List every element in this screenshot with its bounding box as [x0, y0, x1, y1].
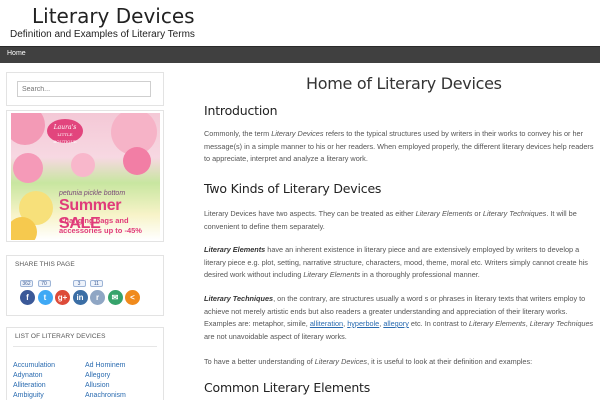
device-link[interactable]: Accumulation: [13, 362, 55, 369]
facebook-icon: f: [20, 290, 35, 305]
ad-logo-text: Laura's: [53, 124, 77, 131]
flower-decoration: [123, 147, 151, 175]
share-count: 3: [72, 280, 86, 287]
device-link[interactable]: Allusion: [85, 382, 110, 389]
site-header: Literary Devices Definition and Examples…: [0, 0, 600, 46]
ad-logo-subtext: LITTLE BOUTIQUE: [53, 132, 77, 144]
term: Literary Elements: [303, 270, 361, 279]
device-link[interactable]: Allegory: [85, 372, 110, 379]
ad-logo: Laura's LITTLE BOUTIQUE: [47, 119, 83, 144]
text: Commonly, the term: [204, 129, 272, 138]
share-count: 362: [20, 280, 33, 287]
term: Literary Techniques: [204, 294, 274, 303]
share-buttons: 362 f 70 t g+ 3 in 11 r ✉ <: [20, 280, 160, 310]
site-tagline: Definition and Examples of Literary Term…: [10, 29, 195, 40]
linkedin-icon: in: [72, 290, 88, 305]
text: Literary Devices have two aspects. They …: [204, 209, 416, 218]
share-count: 70: [37, 280, 51, 287]
main-navigation: Home: [0, 46, 600, 63]
flower-decoration: [13, 153, 43, 183]
ad-line-2: accessories up to -45%: [59, 226, 142, 235]
device-link[interactable]: Ambiguity: [13, 392, 44, 399]
share-widget: SHARE THIS PAGE 362 f 70 t g+ 3 in 11 r ✉ <: [6, 255, 164, 316]
text: etc. In contrast to: [408, 319, 469, 328]
term: Literary Devices: [271, 129, 324, 138]
heading-two-kinds: Two Kinds of Literary Devices: [204, 181, 382, 196]
text: in a thoroughly professional manner.: [360, 270, 480, 279]
heading-introduction: Introduction: [204, 103, 278, 118]
text: are not unavoidable aspect of literary w…: [204, 331, 347, 341]
ad-widget: Laura's LITTLE BOUTIQUE petunia pickle b…: [6, 110, 164, 242]
list-widget-title: LIST OF LITERARY DEVICES: [15, 333, 106, 340]
two-kinds-paragraph: Literary Devices have two aspects. They …: [204, 208, 596, 233]
term: Literary Techniques: [529, 319, 594, 328]
allegory-link[interactable]: allegory: [383, 319, 409, 328]
text: or: [472, 209, 483, 218]
divider: [13, 346, 157, 347]
literary-devices-list-widget: LIST OF LITERARY DEVICES Accumulation Ad…: [6, 327, 164, 400]
alliteration-link[interactable]: alliteration: [310, 319, 343, 328]
page-title: Home of Literary Devices: [306, 74, 502, 93]
device-link[interactable]: Adynaton: [13, 372, 43, 379]
ad-line-1: Changing bags and: [59, 216, 129, 225]
main-content: Home of Literary Devices Introduction Co…: [188, 64, 600, 400]
term: Literary Elements: [468, 319, 526, 328]
text: To have a better understanding of: [204, 357, 315, 366]
advertisement-banner[interactable]: Laura's LITTLE BOUTIQUE petunia pickle b…: [11, 113, 160, 240]
techniques-paragraph: Literary Techniques, on the contrary, ar…: [204, 294, 594, 341]
sidebar: Laura's LITTLE BOUTIQUE petunia pickle b…: [0, 64, 172, 400]
search-input[interactable]: [17, 81, 151, 97]
term: Literary Elements: [415, 209, 473, 218]
heading-common-elements: Common Literary Elements: [204, 380, 371, 395]
google-plus-icon: g+: [55, 290, 70, 305]
text: , it is useful to look at their definiti…: [367, 357, 533, 366]
share-count: 11: [90, 280, 103, 287]
hyperbole-link[interactable]: hyperbole: [347, 319, 379, 328]
intro-paragraph: Commonly, the term Literary Devices refe…: [204, 128, 596, 166]
search-widget: [6, 72, 164, 106]
term: Literary Elements: [204, 245, 266, 254]
share-icon: <: [125, 290, 140, 305]
term: Literary Devices: [314, 357, 368, 366]
better-understanding-paragraph: To have a better understanding of Litera…: [204, 356, 596, 369]
elements-paragraph: Literary Elements have an inherent exist…: [204, 244, 596, 282]
flower-decoration: [71, 153, 95, 177]
flower-decoration: [11, 113, 45, 145]
term: Literary Techniques: [482, 209, 547, 218]
email-icon: ✉: [107, 290, 123, 305]
device-link[interactable]: Ad Hominem: [85, 362, 125, 369]
share-widget-title: SHARE THIS PAGE: [15, 261, 75, 268]
site-title[interactable]: Literary Devices: [32, 4, 195, 28]
twitter-icon: t: [37, 290, 53, 305]
device-link[interactable]: Alliteration: [13, 382, 46, 389]
device-link[interactable]: Anachronism: [85, 392, 126, 399]
ad-brand: petunia pickle bottom: [59, 190, 126, 197]
reddit-icon: r: [90, 290, 105, 305]
nav-home-link[interactable]: Home: [7, 50, 26, 57]
